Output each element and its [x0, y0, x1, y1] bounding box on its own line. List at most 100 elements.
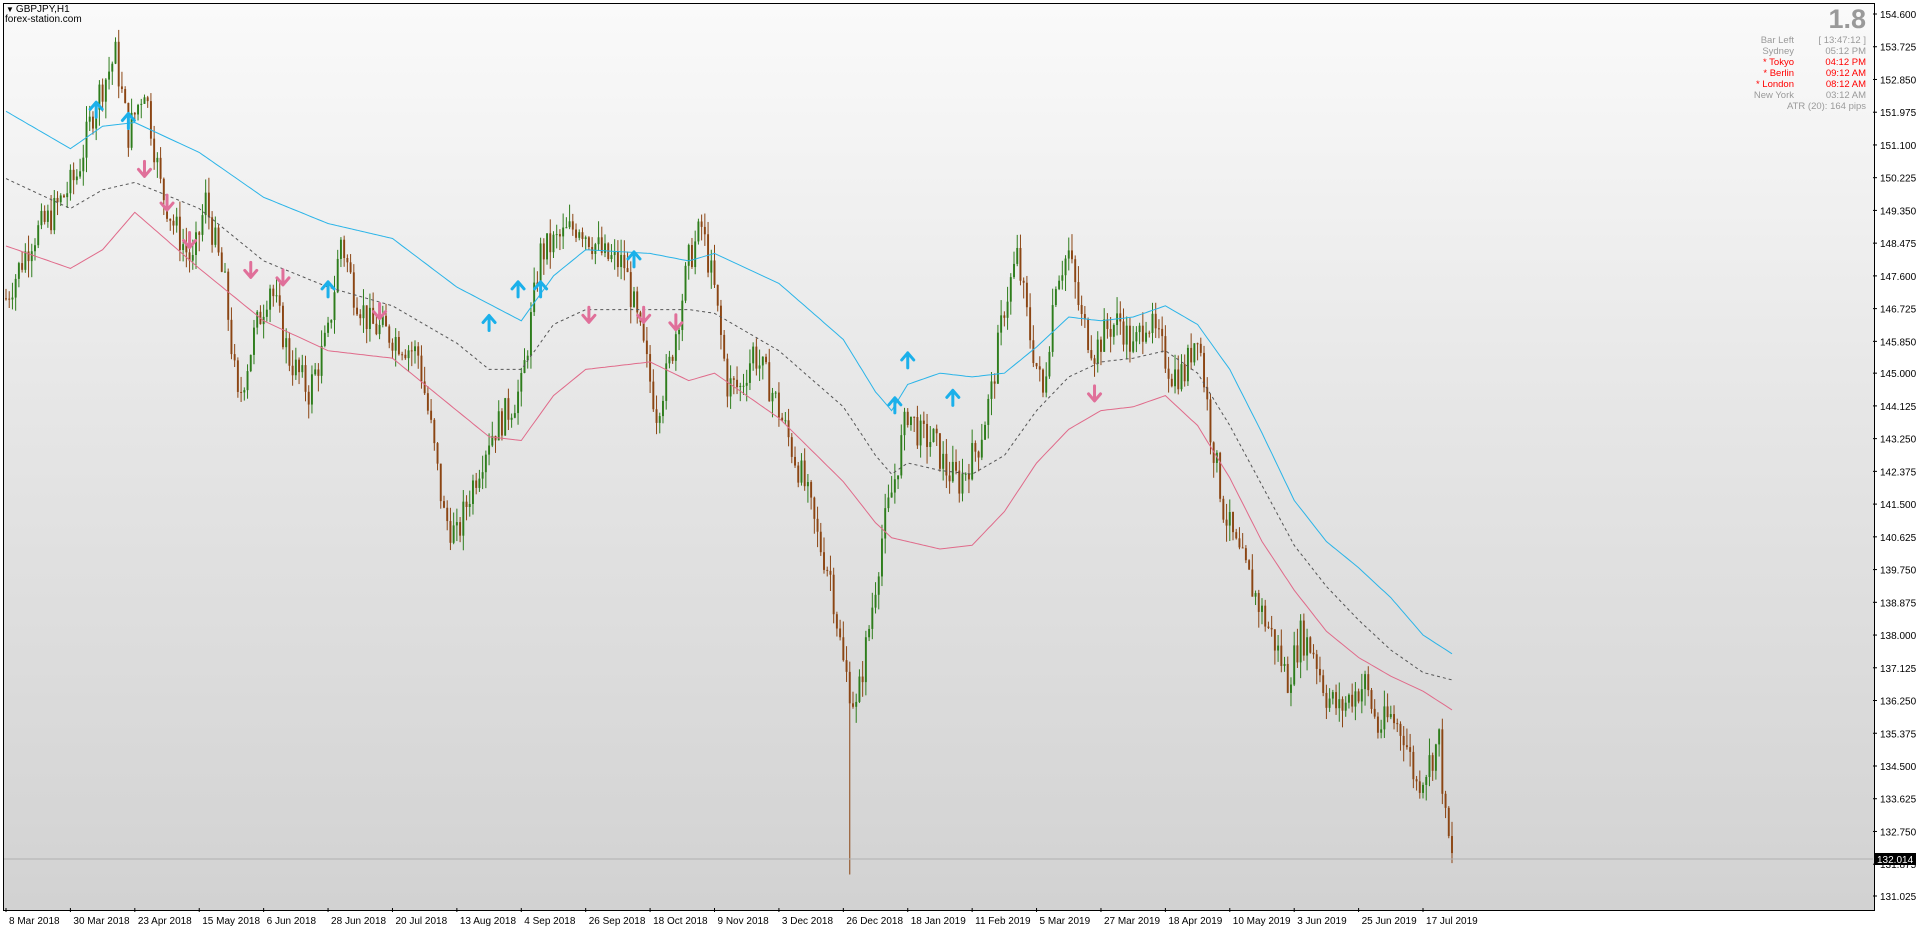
candle-body [75, 176, 78, 181]
candle-body [829, 570, 832, 575]
candle-body [993, 381, 996, 384]
candle-body [1232, 512, 1234, 533]
candle-body [1422, 784, 1424, 793]
candle-body [1283, 663, 1286, 666]
candle-body [240, 391, 243, 393]
candle-body [475, 480, 478, 488]
candle-body [446, 507, 449, 522]
candle-body [1032, 340, 1035, 364]
candle-body [1196, 343, 1199, 345]
candle-body [1373, 708, 1376, 717]
candle-body [1161, 328, 1164, 337]
candle-body [314, 369, 317, 375]
candle-body [1154, 313, 1157, 329]
sell-signal-arrow-icon [1087, 384, 1103, 403]
candle-body [304, 365, 307, 392]
candle-body [629, 272, 632, 307]
candle-body [339, 239, 342, 259]
candle-body [1106, 319, 1109, 329]
candle-body [806, 482, 809, 487]
candle-body [1148, 332, 1151, 334]
candle-body [977, 451, 980, 458]
info-value: 05:12 PM [1825, 46, 1866, 57]
x-tick-label: 27 Mar 2019 [1104, 916, 1161, 927]
candle-body [204, 192, 207, 216]
candle-body [645, 340, 648, 355]
candle-body [375, 323, 378, 335]
y-tick-label: 144.125 [1880, 402, 1916, 413]
candle-body [359, 314, 362, 319]
info-row-new-york: New York 03:12 AM [1666, 90, 1866, 101]
dropdown-triangle-icon[interactable]: ▼ [6, 5, 14, 14]
candle-body [1122, 321, 1125, 345]
y-tick-label: 131.025 [1880, 892, 1916, 903]
candle-body [852, 703, 854, 707]
candle-body [1132, 341, 1135, 352]
candle-body [529, 312, 532, 356]
candle-body [1174, 369, 1177, 387]
candle-body [1109, 328, 1112, 337]
candle-body [362, 305, 365, 319]
sell-signal-arrow-icon [182, 230, 198, 249]
candle-body [394, 336, 397, 351]
candle-body [1267, 626, 1270, 628]
candle-body [568, 221, 571, 228]
candle-body [201, 215, 204, 235]
candle-body [91, 116, 94, 129]
candle-body [565, 227, 568, 229]
info-label: * London [1755, 79, 1794, 90]
candle-body [478, 478, 481, 488]
candle-body [11, 297, 14, 300]
candle-body [1167, 368, 1170, 379]
y-tick-label: 151.975 [1880, 108, 1916, 119]
x-tick-label: 15 May 2018 [202, 916, 260, 927]
candle-body [774, 392, 777, 394]
candle-body [343, 239, 346, 259]
candle-body [494, 435, 497, 441]
candle-body [1051, 305, 1054, 352]
candle-body [1209, 399, 1212, 443]
info-label: New York [1753, 90, 1794, 101]
info-value: 08:12 AM [1825, 79, 1866, 90]
buy-signal-arrow-icon [887, 396, 903, 415]
candle-body [674, 334, 677, 361]
info-value: 03:12 AM [1825, 90, 1866, 101]
candle-body [175, 216, 178, 226]
candle-body [726, 358, 729, 397]
candle-body [755, 346, 758, 369]
candle-body [623, 254, 626, 269]
candle-body [597, 237, 600, 245]
candle-body [1273, 629, 1276, 651]
chart-window[interactable]: 154.600 153.725 152.850 151.975 151.100 150.2… [0, 0, 1916, 933]
candle-body [272, 288, 275, 297]
candle-body [146, 97, 149, 102]
candle-body [1138, 325, 1141, 333]
candle-body [214, 227, 217, 245]
candle-body [1451, 836, 1453, 854]
y-tick-label: 140.625 [1880, 533, 1916, 544]
y-tick-label: 145.850 [1880, 337, 1916, 348]
candle-body [729, 378, 732, 397]
candle-body [1415, 779, 1418, 782]
y-tick-label: 139.750 [1880, 566, 1916, 577]
candle-body [1003, 315, 1006, 318]
y-tick-label: 142.375 [1880, 467, 1916, 478]
candle-body [1241, 547, 1244, 549]
candle-body [1331, 692, 1334, 699]
spread-value: 1.8 [1828, 4, 1866, 34]
candle-body [1035, 363, 1038, 367]
candle-body [449, 521, 452, 543]
candle-body [346, 258, 349, 263]
candle-body [1180, 364, 1183, 390]
price-chart[interactable]: 154.600 153.725 152.850 151.975 151.100 150.2… [0, 0, 1916, 933]
candle-body [1364, 674, 1367, 690]
candle-body [848, 671, 851, 704]
candle-body [987, 398, 990, 425]
candle-body [117, 41, 120, 87]
y-tick-label: 149.350 [1880, 206, 1916, 217]
candle-body [43, 210, 46, 222]
candle-body [1434, 744, 1437, 771]
sell-signal-arrow-icon [636, 305, 652, 324]
candle-body [633, 291, 635, 307]
candle-body [1396, 723, 1399, 725]
